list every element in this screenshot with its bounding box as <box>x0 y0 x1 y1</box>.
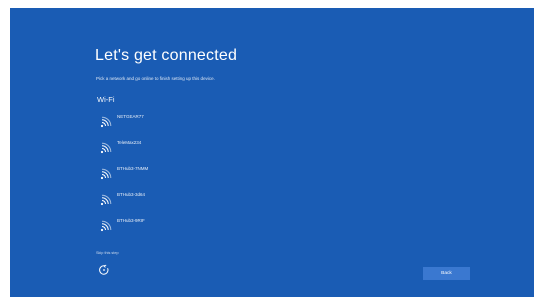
skip-step-link[interactable]: Skip this step <box>96 251 119 255</box>
network-name: NETGEAR77 <box>117 114 144 119</box>
network-name: BTHub3-3d64 <box>117 192 146 197</box>
wifi-icon <box>100 142 112 154</box>
network-name: BTHub3-9RIF <box>117 218 145 223</box>
network-item[interactable]: BTHub3-9RIF <box>100 216 300 242</box>
network-item[interactable]: BTHub3-7NMM <box>100 164 300 190</box>
ease-of-access-icon[interactable] <box>98 264 110 276</box>
wifi-icon <box>100 220 112 232</box>
page-title: Let's get connected <box>95 47 238 64</box>
oobe-screen: Let's get connected Pick a network and g… <box>10 8 534 297</box>
network-list: NETGEAR77 TeleMax234 BTHub3-7NMM BTHub3-… <box>100 112 300 242</box>
page-subtitle: Pick a network and go online to finish s… <box>96 76 215 81</box>
wifi-icon <box>100 116 112 128</box>
network-item[interactable]: BTHub3-3d64 <box>100 190 300 216</box>
network-item[interactable]: TeleMax234 <box>100 138 300 164</box>
network-name: TeleMax234 <box>117 140 142 145</box>
network-name: BTHub3-7NMM <box>117 166 149 171</box>
wifi-icon <box>100 168 112 180</box>
wifi-icon <box>100 194 112 206</box>
back-button[interactable]: Back <box>423 267 470 280</box>
wifi-section-label: Wi-Fi <box>97 95 115 104</box>
network-item[interactable]: NETGEAR77 <box>100 112 300 138</box>
